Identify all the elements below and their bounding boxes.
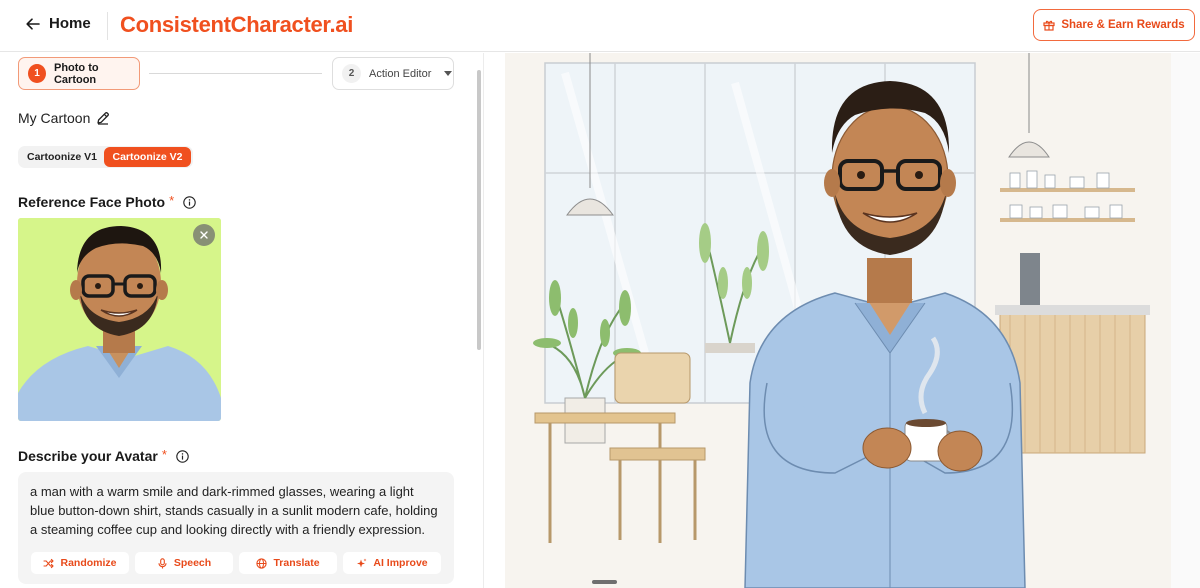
describe-avatar-label: Describe your Avatar * xyxy=(18,446,189,464)
describe-label-text: Describe your Avatar xyxy=(18,448,158,464)
preview-scroll-handle[interactable] xyxy=(592,580,617,584)
required-mark: * xyxy=(161,446,167,462)
share-label: Share & Earn Rewards xyxy=(1061,19,1185,31)
arrow-left-icon xyxy=(26,17,40,30)
step-connector xyxy=(149,73,322,74)
panel-divider xyxy=(483,53,484,588)
panel-scrollbar[interactable] xyxy=(477,70,481,350)
shuffle-icon xyxy=(43,558,55,568)
speech-label: Speech xyxy=(173,557,212,569)
step-number: 2 xyxy=(342,64,361,83)
randomize-button[interactable]: Randomize xyxy=(31,552,129,574)
face-photo-image xyxy=(18,218,221,421)
ai-improve-label: AI Improve xyxy=(373,557,428,569)
step-action-editor[interactable]: 2 Action Editor xyxy=(332,57,454,90)
avatar-description-box: a man with a warm smile and dark-rimmed … xyxy=(18,472,454,584)
required-mark: * xyxy=(169,192,175,208)
remove-photo-button[interactable] xyxy=(193,224,215,246)
translate-button[interactable]: Translate xyxy=(239,552,337,574)
tab-cartoonize-v2[interactable]: Cartoonize V2 xyxy=(104,147,191,167)
logo[interactable]: ConsistentCharacter.ai xyxy=(120,12,353,38)
step-number: 1 xyxy=(28,64,46,83)
pencil-icon[interactable] xyxy=(96,111,110,125)
reference-label-text: Reference Face Photo xyxy=(18,194,166,210)
step-label: Action Editor xyxy=(369,67,432,80)
randomize-label: Randomize xyxy=(60,557,117,569)
preview-margin xyxy=(1171,53,1200,588)
top-bar: Home ConsistentCharacter.ai Share & Earn… xyxy=(0,0,1200,52)
editor-panel: 1 Photo to Cartoon 2 Action Editor My Ca… xyxy=(0,53,483,588)
tab-cartoonize-v1[interactable]: Cartoonize V1 xyxy=(20,147,104,167)
sparkle-icon xyxy=(357,558,367,567)
version-toggle: Cartoonize V1 Cartoonize V2 xyxy=(18,146,193,168)
info-icon[interactable] xyxy=(176,449,189,463)
cartoon-name: My Cartoon xyxy=(18,110,110,126)
speech-button[interactable]: Speech xyxy=(135,552,233,574)
step-label: Photo to Cartoon xyxy=(53,61,99,86)
share-earn-button[interactable]: Share & Earn Rewards xyxy=(1033,9,1195,41)
header-divider xyxy=(107,12,108,40)
translate-label: Translate xyxy=(273,557,320,569)
cartoon-name-text: My Cartoon xyxy=(18,110,91,126)
chevron-down-icon xyxy=(444,71,453,76)
home-button[interactable]: Home xyxy=(26,15,91,32)
ai-improve-button[interactable]: AI Improve xyxy=(343,552,441,574)
reference-face-photo xyxy=(18,218,221,421)
step-photo-to-cartoon[interactable]: 1 Photo to Cartoon xyxy=(18,57,140,90)
home-label: Home xyxy=(49,15,91,32)
globe-icon xyxy=(256,557,268,569)
close-icon xyxy=(200,231,208,239)
cartoon-preview xyxy=(505,53,1171,588)
reference-face-label: Reference Face Photo * xyxy=(18,192,196,210)
gift-icon xyxy=(1043,20,1055,31)
info-icon[interactable] xyxy=(183,195,196,209)
avatar-description-input[interactable]: a man with a warm smile and dark-rimmed … xyxy=(30,482,440,539)
cartoon-preview-image xyxy=(505,53,1171,588)
microphone-icon xyxy=(158,557,167,568)
